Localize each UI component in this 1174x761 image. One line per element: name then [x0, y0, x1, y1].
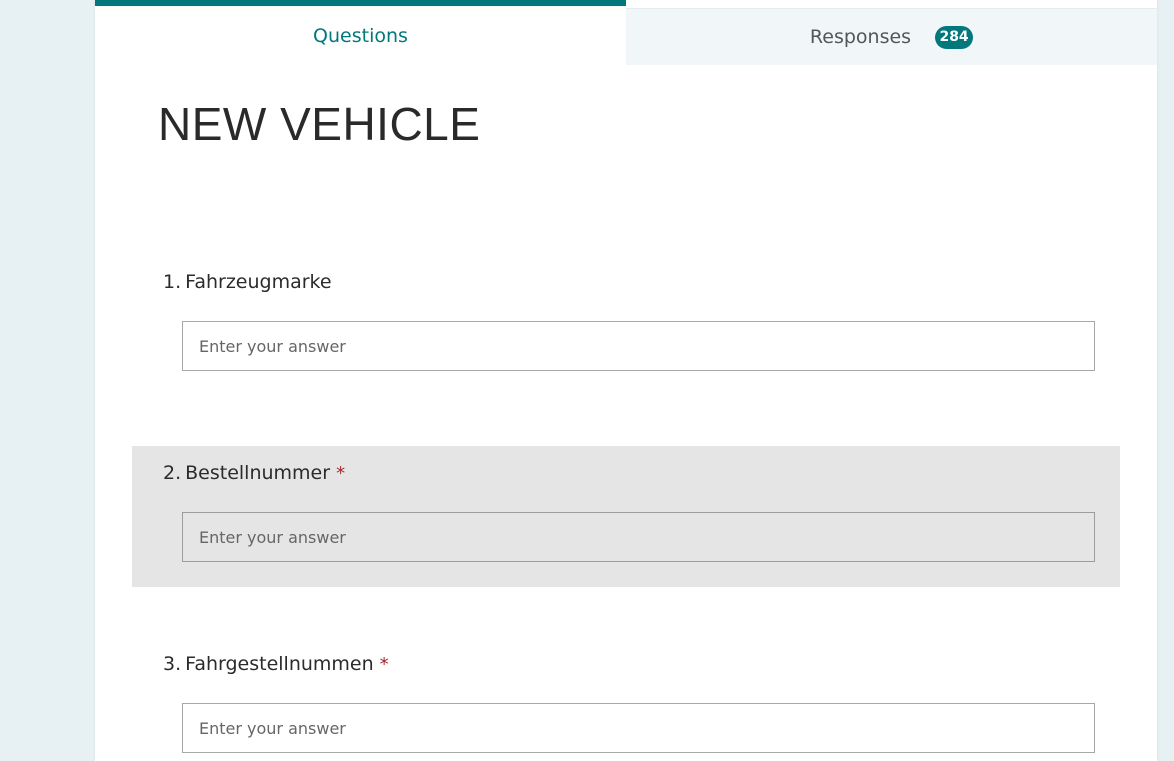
answer-input-fahrzeugmarke[interactable]: [182, 321, 1095, 371]
question-number: 1.: [163, 271, 182, 293]
answer-input-bestellnummer[interactable]: [182, 512, 1095, 562]
question-title: 2. Bestellnummer *: [163, 461, 345, 486]
question-title: 3. Fahrgestellnummen *: [163, 652, 389, 677]
responses-count-badge: 284: [935, 25, 974, 49]
question-label: Bestellnummer: [185, 462, 331, 484]
question-label: Fahrzeugmarke: [185, 271, 332, 293]
tab-bar: Questions Responses 284: [95, 0, 1157, 65]
page: Questions Responses 284 NEW VEHICLE 1. Fa…: [0, 0, 1174, 761]
tab-questions[interactable]: Questions: [95, 0, 626, 65]
question-2: 2. Bestellnummer *: [132, 446, 1120, 587]
tab-responses-label: Responses: [809, 26, 912, 48]
answer-input-fahrgestellnummen[interactable]: [182, 703, 1095, 753]
required-asterisk: *: [379, 654, 389, 675]
question-1: 1. Fahrzeugmarke: [132, 250, 1120, 400]
question-number: 2.: [163, 462, 182, 484]
required-asterisk: *: [336, 463, 346, 484]
question-label: Fahrgestellnummen: [185, 653, 374, 675]
tab-responses[interactable]: Responses 284: [626, 8, 1157, 65]
question-title: 1. Fahrzeugmarke: [163, 270, 332, 294]
tab-questions-label: Questions: [313, 24, 408, 47]
form-title: NEW VEHICLE: [158, 98, 481, 150]
question-3: 3. Fahrgestellnummen *: [132, 637, 1120, 761]
question-number: 3.: [163, 653, 182, 675]
